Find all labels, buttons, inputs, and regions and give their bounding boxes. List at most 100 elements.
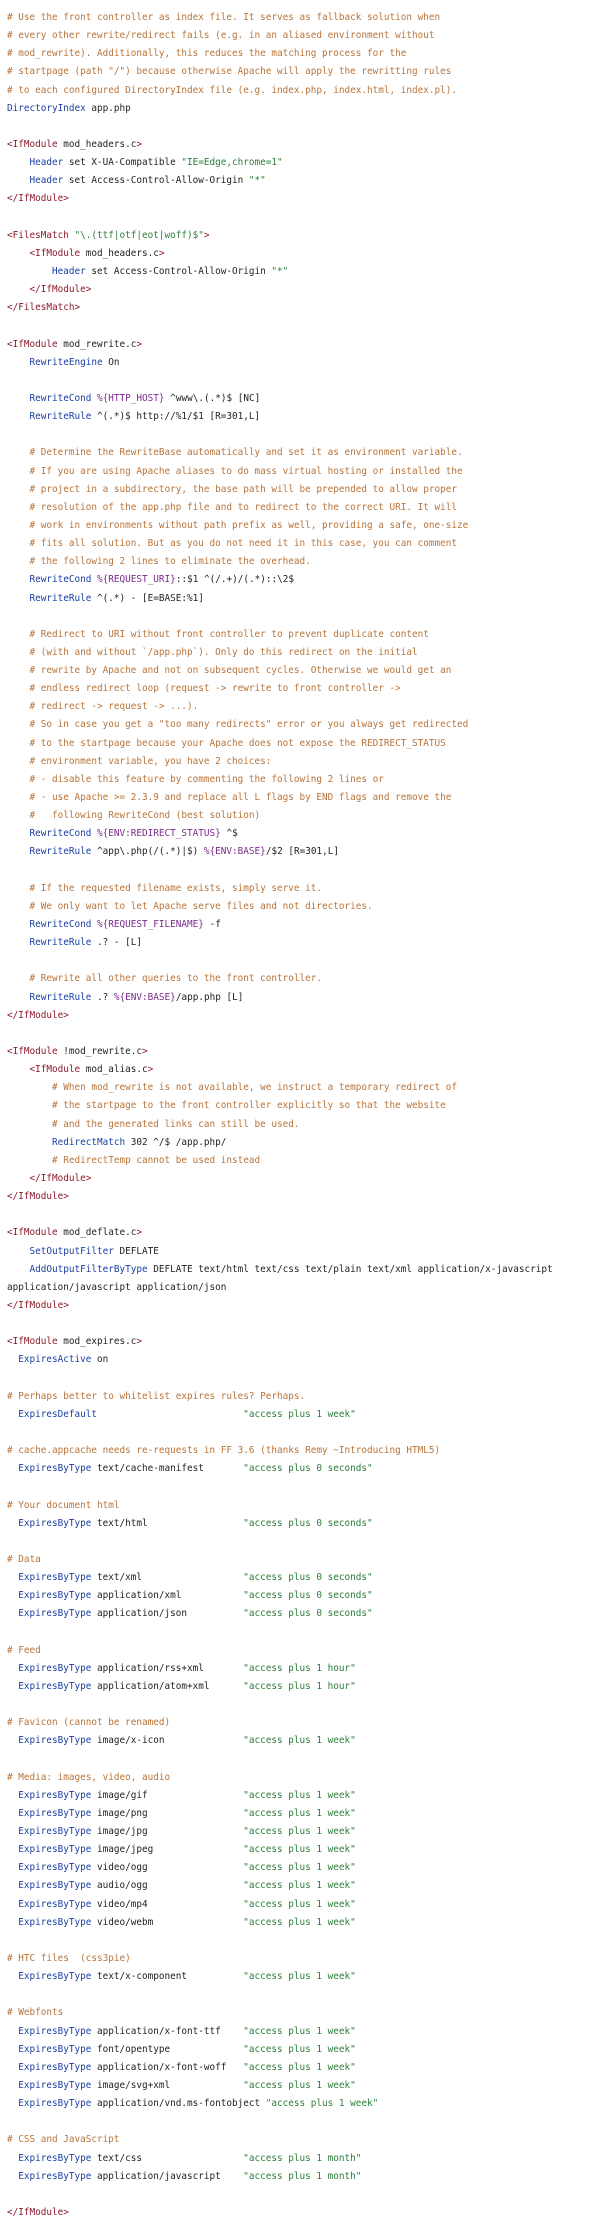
code-line: <IfModule mod_expires.c> (7, 1333, 600, 1351)
code-line: # Redirect to URI without front controll… (7, 626, 600, 644)
code-directive: ExpiresByType (18, 1789, 92, 1801)
code-string: "access plus 0 seconds" (243, 1463, 373, 1475)
code-directive: ExpiresByType (18, 1971, 92, 1983)
code-text: ^$ (220, 828, 238, 840)
code-text: app.php (85, 102, 131, 114)
code-directive: ExpiresByType (18, 1862, 92, 1874)
code-tag: > (147, 1064, 154, 1076)
code-line: ExpiresActive on (7, 1351, 600, 1369)
code-directive: RewriteEngine (29, 356, 103, 368)
code-line: ExpiresByType video/ogg "access plus 1 w… (7, 1859, 600, 1877)
code-text: DEFLATE text/html text/css text/plain te… (147, 1263, 553, 1275)
code-line: Header set Access-Control-Allow-Origin "… (7, 263, 600, 281)
code-line: ExpiresByType application/x-font-woff "a… (7, 2059, 600, 2077)
code-line: # environment variable, you have 2 choic… (7, 753, 600, 771)
code-string: "access plus 1 week" (243, 1789, 356, 1801)
code-comment: # When mod_rewrite is not available, we … (52, 1082, 458, 1094)
code-directive: ExpiresActive (18, 1354, 92, 1366)
code-line: ExpiresByType audio/ogg "access plus 1 w… (7, 1877, 600, 1895)
code-text: application/xml (91, 1590, 244, 1602)
code-text: set Access-Control-Allow-Origin (63, 175, 249, 187)
code-directive: ExpiresByType (18, 1608, 92, 1620)
code-string: "access plus 1 week" (243, 1408, 356, 1420)
code-line: RewriteRule ^(.*)$ http://%1/$1 [R=301,L… (7, 408, 600, 426)
code-tag: </IfModule> (7, 1299, 69, 1311)
code-line: RewriteCond %{REQUEST_FILENAME} -f (7, 916, 600, 934)
code-directive: Header (29, 157, 64, 169)
code-comment: # every other rewrite/redirect fails (e.… (7, 30, 435, 42)
code-variable: %{HTTP_HOST} (97, 392, 165, 404)
code-tag: </IfModule> (29, 1173, 92, 1184)
code-comment: # Your document html (7, 1499, 120, 1511)
code-directive: RewriteRule (29, 937, 92, 949)
code-string: "*" (271, 265, 289, 277)
code-tag: > (136, 1336, 143, 1348)
code-line: # work in environments without path pref… (7, 517, 600, 535)
code-line: # startpage (path "/") because otherwise… (7, 63, 600, 81)
code-line: # If you are using Apache aliases to do … (7, 463, 600, 481)
code-comment: # and the generated links can still be u… (52, 1118, 300, 1130)
code-directive: DirectoryIndex (7, 102, 86, 114)
code-string: "access plus 1 hour" (243, 1662, 356, 1674)
code-line: # every other rewrite/redirect fails (e.… (7, 27, 600, 45)
code-line: <IfModule !mod_rewrite.c> (7, 1043, 600, 1061)
code-directive: ExpiresByType (18, 1735, 92, 1747)
code-tag: > (142, 1046, 148, 1058)
code-text: ^app\.php(/(.*)|$) (91, 846, 204, 858)
code-comment: # work in environments without path pref… (29, 519, 469, 531)
code-directive: ExpiresByType (18, 2025, 92, 2037)
code-directive: ExpiresByType (18, 1590, 92, 1602)
code-line: ExpiresDefault "access plus 1 week" (7, 1406, 600, 1424)
code-line: # to each configured DirectoryIndex file… (7, 82, 600, 100)
code-text: image/svg+xml (91, 2080, 244, 2092)
code-string: "access plus 1 week" (243, 1916, 356, 1928)
code-variable: %{ENV:BASE} (113, 991, 176, 1003)
code-directive: RewriteRule (29, 991, 92, 1003)
code-string: "access plus 1 week" (243, 1971, 356, 1983)
code-directive: ExpiresByType (18, 1844, 92, 1856)
code-line: ExpiresByType font/opentype "access plus… (7, 2041, 600, 2059)
code-line: </IfModule> (7, 1188, 600, 1206)
code-string: "*" (248, 175, 266, 187)
code-line: AddOutputFilterByType DEFLATE text/html … (7, 1261, 600, 1279)
code-line: DirectoryIndex app.php (7, 100, 600, 118)
code-line: # rewrite by Apache and not on subsequen… (7, 662, 600, 680)
code-text: ::$1 ^(/.+)/(.*)::\2$ (175, 574, 294, 586)
code-tag: > (136, 1227, 143, 1239)
code-line: SetOutputFilter DEFLATE (7, 1243, 600, 1261)
code-line: ExpiresByType text/x-component "access p… (7, 1968, 600, 1986)
code-line: </IfModule> (7, 1170, 600, 1188)
code-comment: # cache.appcache needs re-requests in FF… (7, 1445, 441, 1457)
code-line: </IfModule> (7, 190, 600, 208)
code-comment: # RedirectTemp cannot be used instead (52, 1154, 261, 1166)
code-line: # resolution of the app.php file and to … (7, 499, 600, 517)
code-text: application/rss+xml (91, 1662, 244, 1674)
code-tag: </IfModule> (7, 193, 69, 205)
code-comment: # environment variable, you have 2 choic… (29, 755, 272, 767)
code-line: ExpiresByType application/javascript "ac… (7, 2168, 600, 2186)
